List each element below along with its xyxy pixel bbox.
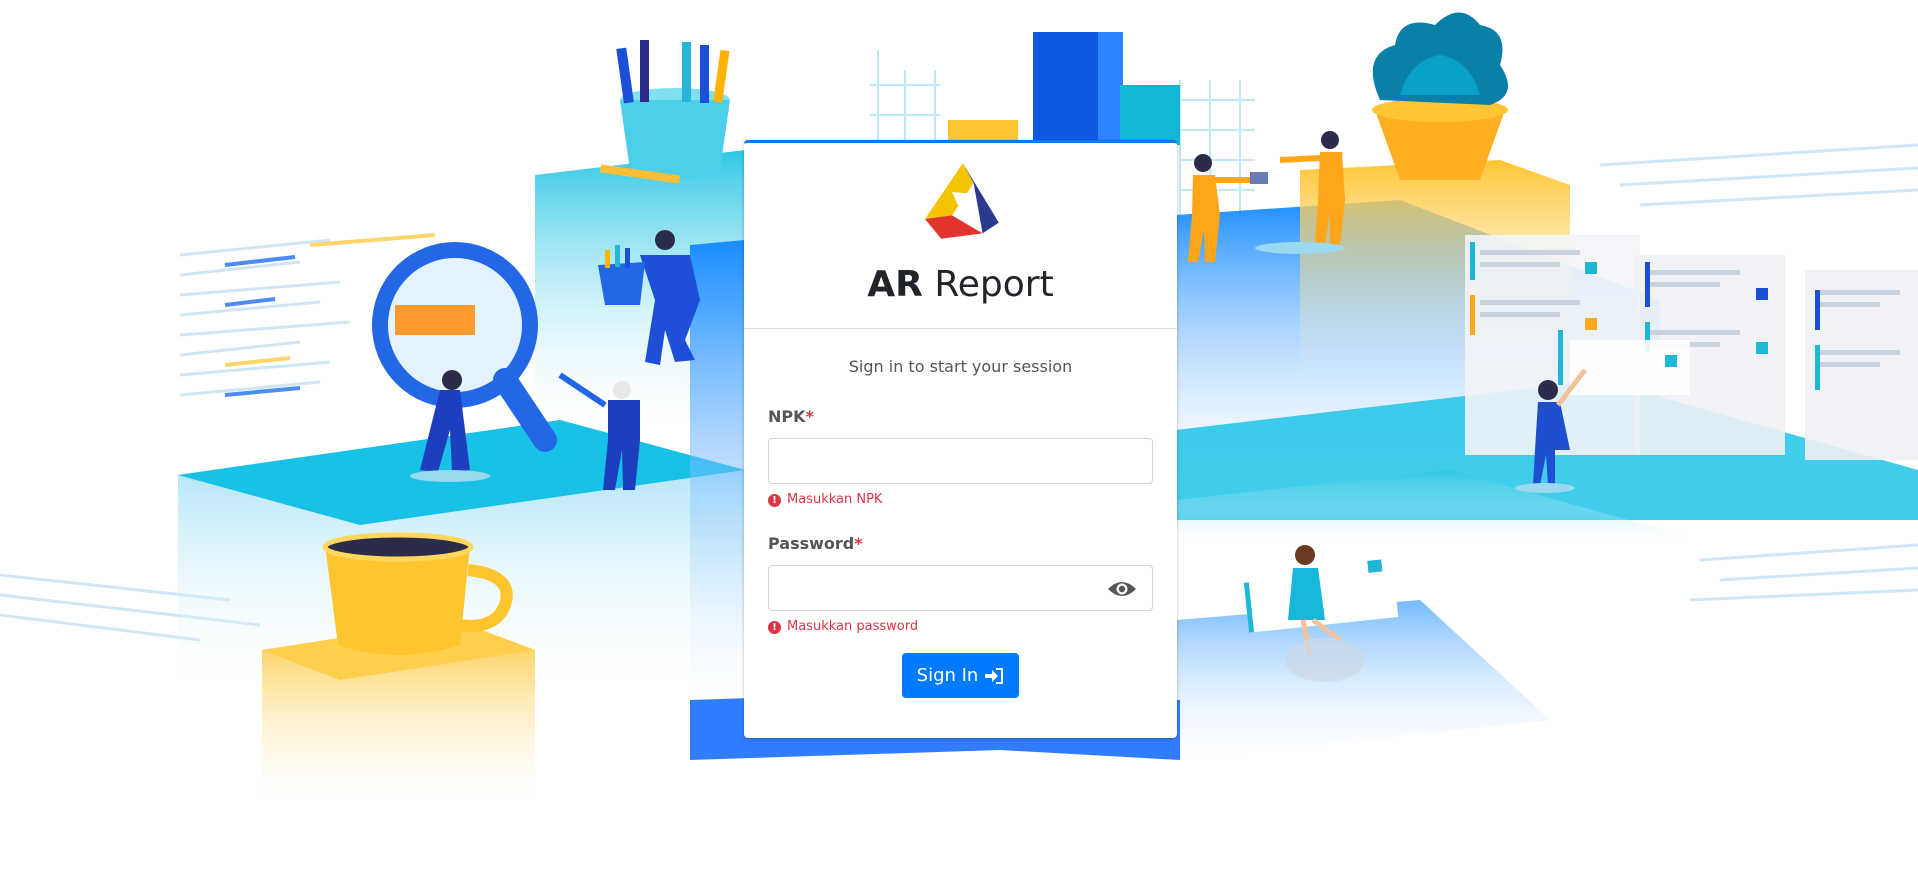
sign-in-label: Sign In xyxy=(916,665,979,686)
password-label-text: Password xyxy=(768,534,855,553)
login-page: AR Report Sign in to start your session … xyxy=(0,0,1918,871)
sign-in-button[interactable]: Sign In xyxy=(902,653,1019,698)
error-icon: ! xyxy=(768,620,781,634)
password-input[interactable] xyxy=(768,565,1153,611)
login-form: Sign in to start your session NPK* ! Mas… xyxy=(744,357,1177,698)
password-input-wrap xyxy=(768,565,1153,611)
password-group: Password* ! Masukkan password xyxy=(768,534,1153,635)
password-error-text: Masukkan password xyxy=(787,619,919,634)
npk-error: ! Masukkan NPK xyxy=(768,492,1153,508)
sign-in-icon xyxy=(985,667,1004,684)
app-title-bold: AR xyxy=(867,264,923,305)
password-error: ! Masukkan password xyxy=(768,619,1153,635)
login-card-header: AR Report xyxy=(744,143,1177,329)
app-title: AR Report xyxy=(867,263,1053,307)
npk-required-mark: * xyxy=(805,407,814,426)
login-message: Sign in to start your session xyxy=(848,357,1073,376)
error-icon: ! xyxy=(768,493,781,507)
npk-label-text: NPK xyxy=(768,407,806,426)
npk-input[interactable] xyxy=(768,438,1153,484)
eye-icon[interactable] xyxy=(1107,579,1137,599)
npk-label: NPK* xyxy=(768,407,1153,427)
npk-group: NPK* ! Masukkan NPK xyxy=(768,407,1153,508)
npk-error-text: Masukkan NPK xyxy=(787,492,883,507)
app-title-rest: Report xyxy=(934,264,1054,305)
login-card: AR Report Sign in to start your session … xyxy=(744,140,1177,738)
password-required-mark: * xyxy=(854,534,863,553)
app-logo xyxy=(924,163,999,239)
password-label: Password* xyxy=(768,534,1153,554)
